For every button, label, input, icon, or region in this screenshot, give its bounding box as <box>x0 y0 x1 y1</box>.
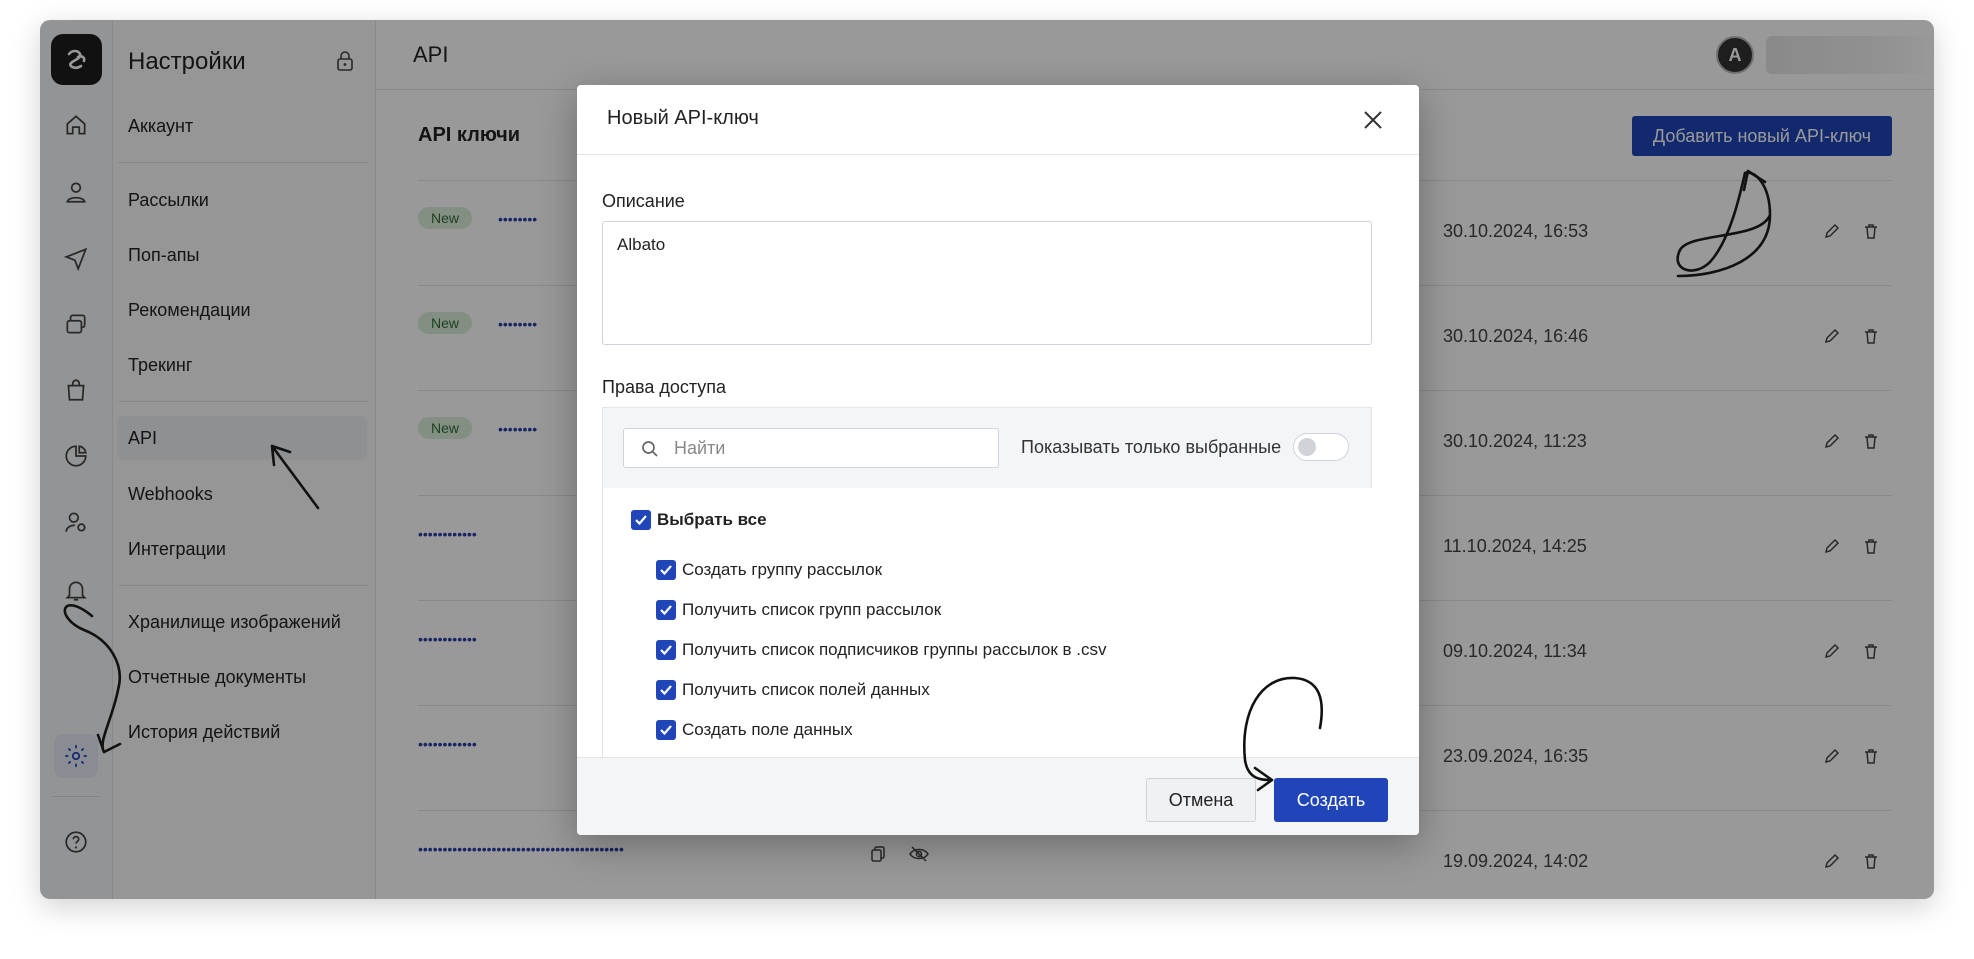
app-window: Настройки Аккаунт Рассылки Поп-апы Реком… <box>40 20 1934 899</box>
permission-checkbox[interactable]: Создать группу рассылок <box>656 560 882 580</box>
create-button[interactable]: Создать <box>1274 778 1388 822</box>
permission-checkbox[interactable]: Получить список групп рассылок <box>656 600 941 620</box>
checkbox-checked-icon <box>656 600 676 620</box>
permission-label: Получить список полей данных <box>682 680 930 699</box>
permissions-list: Выбрать все Создать группу рассылок Полу… <box>603 488 1373 758</box>
permissions-label: Права доступа <box>602 377 727 397</box>
permission-label: Создать поле данных <box>682 720 853 739</box>
permissions-search-input[interactable]: Найти <box>623 428 999 468</box>
cancel-button[interactable]: Отмена <box>1146 778 1256 822</box>
modal-title: Новый API-ключ <box>607 107 759 129</box>
permission-label: Получить список групп рассылок <box>682 600 942 619</box>
toggle-knob <box>1298 438 1316 456</box>
checkbox-checked-icon <box>656 560 676 580</box>
close-icon[interactable] <box>1358 105 1388 135</box>
checkbox-checked-icon <box>656 680 676 700</box>
description-field[interactable]: Albato <box>602 221 1372 345</box>
show-selected-label: Показывать только выбранные <box>1021 437 1282 457</box>
search-placeholder: Найти <box>674 438 726 458</box>
new-api-key-modal: Новый API-ключ Описание Albato Права дос… <box>577 85 1419 835</box>
permission-label: Создать группу рассылок <box>682 560 883 579</box>
checkbox-checked-icon <box>656 640 676 660</box>
description-label: Описание <box>602 191 685 211</box>
permission-checkbox[interactable]: Получить список полей данных <box>656 680 930 700</box>
modal-header: Новый API-ключ <box>577 85 1419 155</box>
select-all-checkbox[interactable]: Выбрать все <box>631 510 767 530</box>
checkbox-checked-icon <box>656 720 676 740</box>
checkbox-checked-icon <box>631 510 651 530</box>
permission-checkbox[interactable]: Создать поле данных <box>656 720 853 740</box>
permission-label: Получить список подписчиков группы рассы… <box>682 640 1107 659</box>
show-selected-toggle[interactable] <box>1293 433 1349 461</box>
permission-checkbox[interactable]: Получить список подписчиков группы рассы… <box>656 640 1107 660</box>
modal-footer: Отмена Создать <box>577 757 1419 835</box>
select-all-label: Выбрать все <box>657 510 767 529</box>
permissions-box: Найти Показывать только выбранные Выбрат… <box>602 407 1373 758</box>
search-icon <box>640 439 660 464</box>
